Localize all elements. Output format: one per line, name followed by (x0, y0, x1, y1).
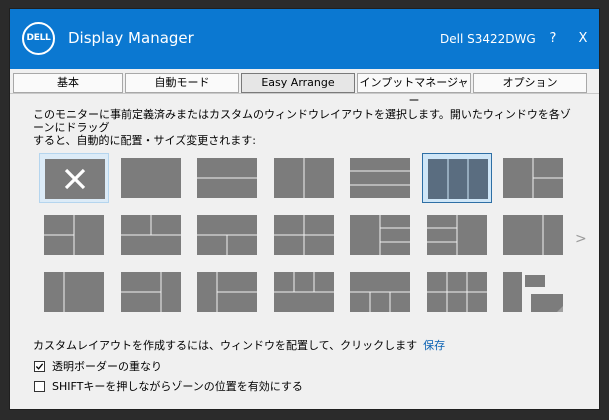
display-manager-window: DELL Display Manager Dell S3422DWG ? X 基… (9, 8, 600, 410)
layout-preview-icon (426, 272, 487, 312)
layout-preview-icon (427, 159, 488, 199)
custom-layout-text: カスタムレイアウトを作成するには、ウィンドウを配置して、クリックします (33, 339, 418, 352)
layout-grid (39, 153, 569, 323)
layout-option[interactable] (39, 153, 109, 203)
layout-option[interactable] (269, 210, 339, 260)
layout-preview-icon (44, 272, 104, 312)
tab-easy-arrange[interactable]: Easy Arrange (241, 73, 355, 93)
layout-preview-icon (197, 215, 257, 255)
layout-option[interactable] (39, 210, 109, 260)
layout-option[interactable] (421, 153, 492, 203)
shift-zone-checkbox[interactable] (34, 380, 45, 392)
layout-option[interactable] (345, 267, 415, 317)
layout-preview-icon (197, 272, 257, 312)
layout-option[interactable] (498, 210, 568, 260)
tab-auto-mode[interactable]: 自動モード (125, 73, 239, 93)
layout-option[interactable] (116, 267, 186, 317)
layout-option[interactable] (422, 210, 492, 260)
close-button[interactable]: X (575, 31, 591, 46)
option-transparent-border[interactable]: 透明ボーダーの重なり (34, 360, 162, 374)
layout-preview-icon (120, 215, 181, 255)
layout-preview-icon (503, 158, 563, 198)
save-link[interactable]: 保存 (423, 339, 445, 352)
layout-option[interactable] (192, 210, 262, 260)
option-shift-zone[interactable]: SHIFTキーを押しながらゾーンの位置を有効にする (34, 380, 303, 394)
description-line-2: すると、自動的に配置・サイズ変更されます: (33, 134, 256, 147)
layout-preview-icon (350, 215, 410, 255)
transparent-border-checkbox[interactable] (34, 360, 45, 372)
layout-option[interactable] (192, 267, 262, 317)
layout-option[interactable] (422, 267, 492, 317)
layout-preview-icon (273, 215, 334, 255)
layout-preview-icon (426, 215, 487, 255)
layout-preview-icon (197, 158, 257, 198)
description: このモニターに事前定義済みまたはカスタムのウィンドウレイアウトを選択します。開い… (33, 108, 578, 147)
tab-options[interactable]: オプション (473, 73, 587, 93)
tab-bar: 基本 自動モード Easy Arrange インプットマネージャー オプション (10, 73, 599, 107)
layout-option[interactable] (498, 267, 568, 317)
layout-option[interactable] (345, 210, 415, 260)
transparent-border-label: 透明ボーダーの重なり (52, 360, 162, 373)
layout-option[interactable] (116, 153, 186, 203)
shift-zone-label: SHIFTキーを押しながらゾーンの位置を有効にする (52, 380, 303, 393)
layout-preview-icon (350, 158, 410, 198)
no-layout-icon (45, 159, 105, 199)
layout-preview-icon (273, 272, 334, 312)
layout-option[interactable] (192, 153, 262, 203)
layout-option[interactable] (345, 153, 415, 203)
title-bar: DELL Display Manager Dell S3422DWG ? X (10, 9, 599, 69)
help-button[interactable]: ? (545, 31, 561, 46)
dell-logo: DELL (22, 22, 55, 55)
next-page-arrow[interactable]: > (575, 231, 587, 247)
tab-divider (10, 93, 599, 94)
tab-basic[interactable]: 基本 (13, 73, 123, 93)
layout-preview-icon (120, 272, 181, 312)
layout-option[interactable] (269, 153, 339, 203)
app-title: Display Manager (68, 29, 194, 47)
custom-layout-hint: カスタムレイアウトを作成するには、ウィンドウを配置して、クリックします 保存 (33, 337, 445, 353)
checkmark-icon (35, 362, 44, 370)
layout-option[interactable] (116, 210, 186, 260)
layout-option[interactable] (39, 267, 109, 317)
layout-preview-icon (44, 215, 104, 255)
tab-input-manager[interactable]: インプットマネージャー (357, 73, 471, 107)
monitor-name: Dell S3422DWG (440, 32, 536, 46)
layout-preview-icon (350, 272, 410, 312)
layout-preview-icon (503, 215, 563, 255)
description-line-1: このモニターに事前定義済みまたはカスタムのウィンドウレイアウトを選択します。開い… (33, 108, 571, 134)
layout-option[interactable] (269, 267, 339, 317)
layout-preview-icon (120, 158, 181, 198)
layout-option[interactable] (498, 153, 568, 203)
layout-preview-icon (273, 158, 334, 198)
layout-preview-icon (503, 272, 563, 312)
